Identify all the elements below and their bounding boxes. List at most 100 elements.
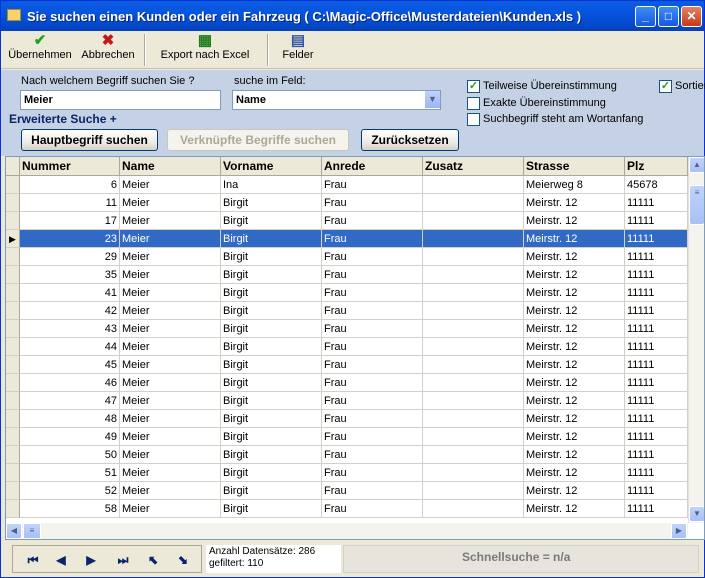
- row-selector[interactable]: [6, 410, 20, 428]
- table-cell[interactable]: [423, 482, 524, 500]
- table-cell[interactable]: 11111: [625, 356, 688, 374]
- table-cell[interactable]: Ina: [221, 176, 322, 194]
- table-cell[interactable]: Birgit: [221, 446, 322, 464]
- column-header[interactable]: Strasse: [524, 157, 625, 175]
- table-cell[interactable]: [423, 194, 524, 212]
- table-cell[interactable]: Meier: [120, 482, 221, 500]
- table-row[interactable]: 29 Meier Birgit Frau Meirstr. 12 11111: [6, 248, 688, 266]
- reset-button[interactable]: Zurücksetzen: [361, 129, 459, 151]
- table-cell[interactable]: Frau: [322, 176, 423, 194]
- table-cell[interactable]: Frau: [322, 230, 423, 248]
- table-cell[interactable]: Meirstr. 12: [524, 248, 625, 266]
- table-cell[interactable]: Birgit: [221, 194, 322, 212]
- scroll-left-icon[interactable]: ◀: [6, 523, 22, 539]
- table-cell[interactable]: Frau: [322, 428, 423, 446]
- table-cell[interactable]: [423, 410, 524, 428]
- table-cell[interactable]: Meirstr. 12: [524, 446, 625, 464]
- table-cell[interactable]: Birgit: [221, 266, 322, 284]
- table-cell[interactable]: Meier: [120, 410, 221, 428]
- search-term-input[interactable]: Meier: [20, 90, 221, 110]
- table-row[interactable]: 41 Meier Birgit Frau Meirstr. 12 11111: [6, 284, 688, 302]
- table-cell[interactable]: 11111: [625, 482, 688, 500]
- row-selector[interactable]: [6, 428, 20, 446]
- jump-up-icon[interactable]: ⬉: [145, 552, 161, 568]
- table-cell[interactable]: 11111: [625, 212, 688, 230]
- row-selector[interactable]: [6, 176, 20, 194]
- table-cell[interactable]: 35: [20, 266, 120, 284]
- table-row[interactable]: 46 Meier Birgit Frau Meirstr. 12 11111: [6, 374, 688, 392]
- table-cell[interactable]: [423, 500, 524, 518]
- table-cell[interactable]: Frau: [322, 356, 423, 374]
- table-cell[interactable]: 11111: [625, 320, 688, 338]
- table-cell[interactable]: Meirstr. 12: [524, 428, 625, 446]
- scroll-right-icon[interactable]: ▶: [671, 523, 687, 539]
- table-cell[interactable]: 50: [20, 446, 120, 464]
- fields-button[interactable]: ▤ Felder: [279, 33, 317, 62]
- table-cell[interactable]: Frau: [322, 500, 423, 518]
- row-selector[interactable]: [6, 194, 20, 212]
- table-row[interactable]: 48 Meier Birgit Frau Meirstr. 12 11111: [6, 410, 688, 428]
- table-cell[interactable]: 51: [20, 464, 120, 482]
- table-row[interactable]: 44 Meier Birgit Frau Meirstr. 12 11111: [6, 338, 688, 356]
- table-cell[interactable]: [423, 302, 524, 320]
- export-excel-button[interactable]: ▦ Export nach Excel: [157, 33, 253, 62]
- table-cell[interactable]: 11111: [625, 266, 688, 284]
- horizontal-scrollbar[interactable]: ◀ ≡ ▶: [6, 523, 688, 539]
- table-cell[interactable]: Frau: [322, 392, 423, 410]
- table-cell[interactable]: 46: [20, 374, 120, 392]
- column-header[interactable]: Nummer: [20, 157, 120, 175]
- table-cell[interactable]: Frau: [322, 338, 423, 356]
- table-cell[interactable]: 45678: [625, 176, 688, 194]
- minimize-button[interactable]: _: [635, 6, 656, 27]
- table-cell[interactable]: Meier: [120, 464, 221, 482]
- table-cell[interactable]: Meirstr. 12: [524, 320, 625, 338]
- table-cell[interactable]: Meierweg 8: [524, 176, 625, 194]
- table-cell[interactable]: 11111: [625, 302, 688, 320]
- table-cell[interactable]: [423, 428, 524, 446]
- main-search-button[interactable]: Hauptbegriff suchen: [21, 129, 158, 151]
- table-cell[interactable]: Birgit: [221, 212, 322, 230]
- table-row[interactable]: 52 Meier Birgit Frau Meirstr. 12 11111: [6, 482, 688, 500]
- table-cell[interactable]: Frau: [322, 266, 423, 284]
- table-row[interactable]: ▶ 23 Meier Birgit Frau Meirstr. 12 11111: [6, 230, 688, 248]
- sort-checkbox[interactable]: ✓: [659, 80, 672, 93]
- partial-match-checkbox[interactable]: ✓: [467, 80, 480, 93]
- jump-down-icon[interactable]: ⬊: [175, 552, 191, 568]
- table-cell[interactable]: Meirstr. 12: [524, 194, 625, 212]
- table-cell[interactable]: Meier: [120, 230, 221, 248]
- table-cell[interactable]: Frau: [322, 284, 423, 302]
- last-record-icon[interactable]: ⏭: [115, 552, 131, 568]
- table-cell[interactable]: 11: [20, 194, 120, 212]
- table-cell[interactable]: Frau: [322, 212, 423, 230]
- table-cell[interactable]: Frau: [322, 464, 423, 482]
- table-cell[interactable]: Meier: [120, 212, 221, 230]
- table-cell[interactable]: Meirstr. 12: [524, 284, 625, 302]
- table-row[interactable]: 50 Meier Birgit Frau Meirstr. 12 11111: [6, 446, 688, 464]
- table-cell[interactable]: Birgit: [221, 230, 322, 248]
- table-cell[interactable]: 11111: [625, 446, 688, 464]
- row-selector[interactable]: [6, 446, 20, 464]
- column-header[interactable]: Zusatz: [423, 157, 524, 175]
- table-cell[interactable]: 52: [20, 482, 120, 500]
- row-selector[interactable]: [6, 482, 20, 500]
- table-cell[interactable]: 23: [20, 230, 120, 248]
- results-grid[interactable]: Nummer Name Vorname Anrede Zusatz Strasse Plz …: [5, 156, 705, 540]
- table-cell[interactable]: 11111: [625, 284, 688, 302]
- hscroll-thumb[interactable]: ≡: [23, 523, 41, 539]
- table-cell[interactable]: [423, 284, 524, 302]
- table-cell[interactable]: Meier: [120, 194, 221, 212]
- vertical-scrollbar[interactable]: ▲ ≡ ▼: [688, 157, 704, 523]
- table-row[interactable]: 58 Meier Birgit Frau Meirstr. 12 11111: [6, 500, 688, 518]
- table-cell[interactable]: [423, 320, 524, 338]
- table-cell[interactable]: Meirstr. 12: [524, 230, 625, 248]
- extended-search-toggle[interactable]: Erweiterte Suche +: [9, 112, 117, 126]
- table-cell[interactable]: Meier: [120, 428, 221, 446]
- table-cell[interactable]: Birgit: [221, 302, 322, 320]
- column-header[interactable]: Vorname: [221, 157, 322, 175]
- table-cell[interactable]: Frau: [322, 320, 423, 338]
- table-cell[interactable]: 42: [20, 302, 120, 320]
- word-start-checkbox[interactable]: [467, 113, 480, 126]
- table-cell[interactable]: 41: [20, 284, 120, 302]
- row-selector[interactable]: ▶: [6, 230, 20, 248]
- row-selector[interactable]: [6, 338, 20, 356]
